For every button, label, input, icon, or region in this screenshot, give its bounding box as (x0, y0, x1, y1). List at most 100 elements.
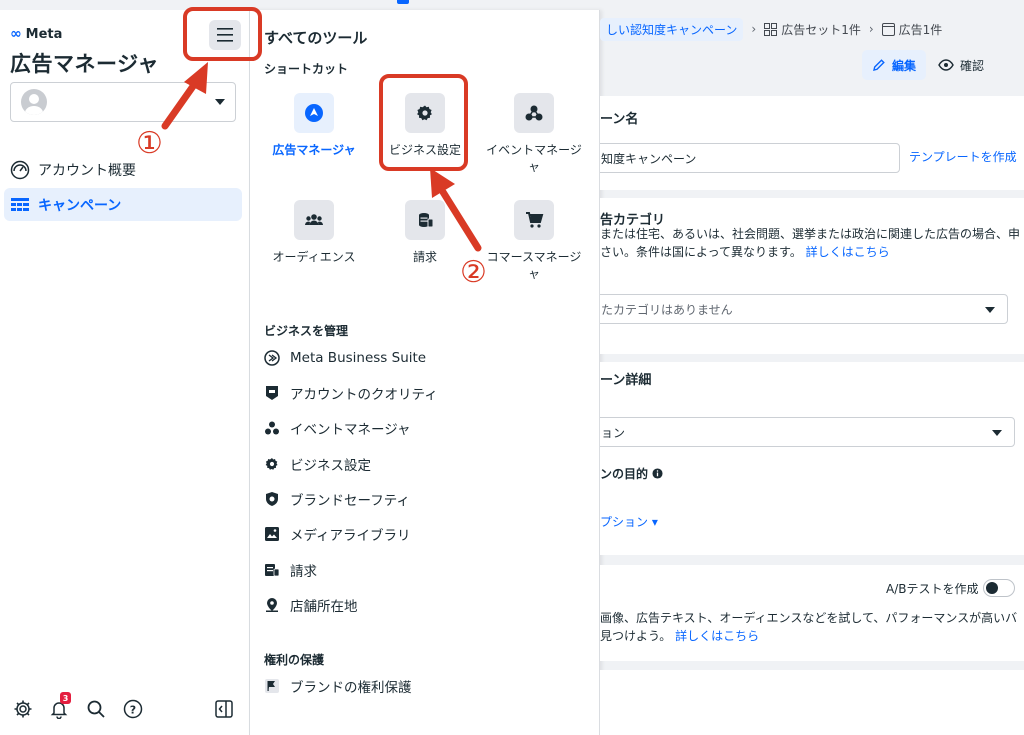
buying-type-select[interactable]: ョン (600, 417, 1015, 447)
account-selector[interactable] (10, 82, 236, 122)
shield-icon (266, 492, 278, 506)
top-indicator (397, 0, 409, 4)
create-template-link[interactable]: テンプレートを作成 (909, 148, 1017, 165)
annotation-step-1: ① (136, 126, 163, 161)
manage-business-heading: ビジネスを管理 (264, 324, 349, 338)
ab-test-desc: 画像、広告テキスト、オーディエンスなどを試して、パフォーマンスが高いバ 見つけよ… (600, 609, 1017, 645)
notification-badge: 3 (60, 692, 71, 704)
shortcut-events-manager[interactable]: イベントマネージャ (484, 93, 584, 176)
table-icon (11, 197, 29, 211)
tool-events-manager[interactable]: イベントマネージャ (264, 416, 584, 440)
buying-type-value: ョン (601, 425, 626, 440)
flag-icon (265, 679, 279, 693)
campaign-name-heading: ーン名 (600, 112, 639, 127)
help-button[interactable]: ? (122, 698, 144, 720)
tool-meta-business-suite[interactable]: Meta Business Suite (264, 346, 584, 370)
chevron-down-icon (992, 430, 1002, 436)
settings-button[interactable] (12, 698, 34, 720)
nav-item-campaigns[interactable]: キャンペーン (4, 188, 242, 221)
tool-billing[interactable]: 請求 (264, 558, 584, 582)
people-icon (294, 200, 334, 240)
gear-icon (265, 458, 278, 470)
shortcut-label: 請求 (412, 250, 437, 264)
panel-toggle-icon (215, 700, 233, 718)
pencil-icon (873, 59, 885, 71)
all-tools-title: すべてのツール (264, 29, 368, 47)
search-icon (87, 700, 105, 718)
help-icon: ? (123, 699, 143, 719)
rights-protection-heading: 権利の保護 (264, 653, 325, 667)
tool-label: ビジネス設定 (290, 458, 371, 474)
edit-button-label: 編集 (891, 58, 916, 73)
tool-label: イベントマネージャ (290, 422, 411, 438)
ab-learn-more-link[interactable]: 詳しくはこちら (675, 629, 759, 643)
tool-media-library[interactable]: メディアライブラリ (264, 522, 584, 546)
grid-icon (764, 22, 778, 36)
objective-row: ンの目的 (600, 465, 663, 482)
search-button[interactable] (85, 698, 107, 720)
tool-store-locations[interactable]: 店舗所在地 (264, 593, 584, 617)
special-ad-category-desc: または住宅、あるいは、社会問題、選挙または政治に関連した広告の場合、申 さい。条… (600, 225, 1020, 261)
meta-logo: ∞ Meta (10, 26, 62, 42)
nav-item-label: キャンペーン (38, 197, 122, 214)
ab-test-label: A/Bテストを作成 (886, 582, 979, 596)
campaign-details-card: ーン詳細 ョン ンの目的 プション ▾ (600, 362, 1024, 555)
cart-icon (514, 200, 554, 240)
tool-brand-rights-protection[interactable]: ブランドの権利保護 (264, 674, 584, 698)
edit-button[interactable]: 編集 (862, 50, 926, 80)
learn-more-link[interactable]: 詳しくはこちら (806, 245, 890, 259)
tool-label: メディアライブラリ (290, 528, 411, 544)
tool-brand-safety[interactable]: ブランドセーフティ (264, 487, 584, 511)
desc-line-2-text: さい。条件は国によって異なります。 (600, 245, 802, 259)
location-pin-icon (266, 598, 278, 612)
annotation-step-2: ② (460, 255, 487, 290)
tool-label: 請求 (290, 564, 317, 580)
meta-infinity-icon: ∞ (10, 26, 22, 42)
image-library-icon (265, 527, 279, 541)
top-strip (0, 0, 1024, 10)
nav-item-account-overview[interactable]: アカウント概要 (4, 153, 242, 186)
breadcrumb-adset[interactable]: 広告セット1件 (764, 21, 861, 38)
shield-badge-icon (266, 386, 278, 400)
campaign-name-card: ーン名 知度キャンペーン テンプレートを作成 (600, 96, 1024, 190)
show-options-label: プション (600, 515, 649, 529)
special-ad-category-select[interactable]: たカテゴリはありません (600, 294, 1008, 324)
tool-business-settings[interactable]: ビジネス設定 (264, 452, 584, 476)
info-icon (652, 468, 663, 479)
desc-line-2: さい。条件は国によって異なります。 詳しくはこちら (600, 243, 1020, 261)
objective-label: ンの目的 (600, 467, 649, 481)
chevron-right-icon: › (751, 22, 757, 36)
review-button-label: 確認 (960, 58, 985, 73)
breadcrumb-campaign[interactable]: しい認知度キャンペーン (600, 17, 744, 41)
campaign-name-input[interactable]: 知度キャンペーン (600, 143, 900, 173)
ab-test-toggle[interactable] (983, 579, 1015, 597)
business-suite-icon (264, 350, 280, 366)
sidebar: ∞ Meta 広告マネージャ アカウント概要 キャンペーン 3 ? (0, 10, 250, 735)
ab-test-card: A/Bテストを作成 画像、広告テキスト、オーディエンスなどを試して、パフォーマン… (600, 565, 1024, 661)
collapse-sidebar-button[interactable] (213, 698, 235, 720)
tool-account-quality[interactable]: アカウントのクオリティ (264, 381, 584, 405)
chevron-down-icon (985, 307, 995, 313)
tool-label: 店舗所在地 (290, 599, 358, 615)
shortcut-commerce-manager[interactable]: コマースマネージャ (484, 200, 584, 283)
tool-label: アカウントのクオリティ (290, 387, 438, 403)
avatar (21, 89, 47, 115)
review-button[interactable]: 確認 (938, 50, 984, 80)
breadcrumb-ad-label: 広告1件 (898, 22, 943, 37)
campaign-details-heading: ーン詳細 (600, 373, 652, 388)
notifications-button[interactable]: 3 (48, 692, 71, 720)
sidebar-bottom-toolbar: 3 ? (0, 692, 250, 722)
breadcrumb-ad[interactable]: 広告1件 (881, 21, 943, 38)
events-icon (265, 421, 279, 435)
gauge-icon (10, 160, 30, 179)
shortcut-ads-manager[interactable]: 広告マネージャ (264, 93, 364, 159)
tool-label: ブランドの権利保護 (290, 680, 412, 696)
show-options-link[interactable]: プション ▾ (600, 513, 658, 530)
shortcut-audiences[interactable]: オーディエンス (264, 200, 364, 266)
category-select-value: たカテゴリはありません (601, 302, 733, 317)
billing-icon (265, 564, 280, 577)
ad-icon (881, 22, 895, 36)
ab-desc-line-2-text: 見つけよう。 (600, 629, 672, 643)
nav-item-label: アカウント概要 (38, 162, 136, 179)
tool-label: Meta Business Suite (290, 350, 427, 366)
